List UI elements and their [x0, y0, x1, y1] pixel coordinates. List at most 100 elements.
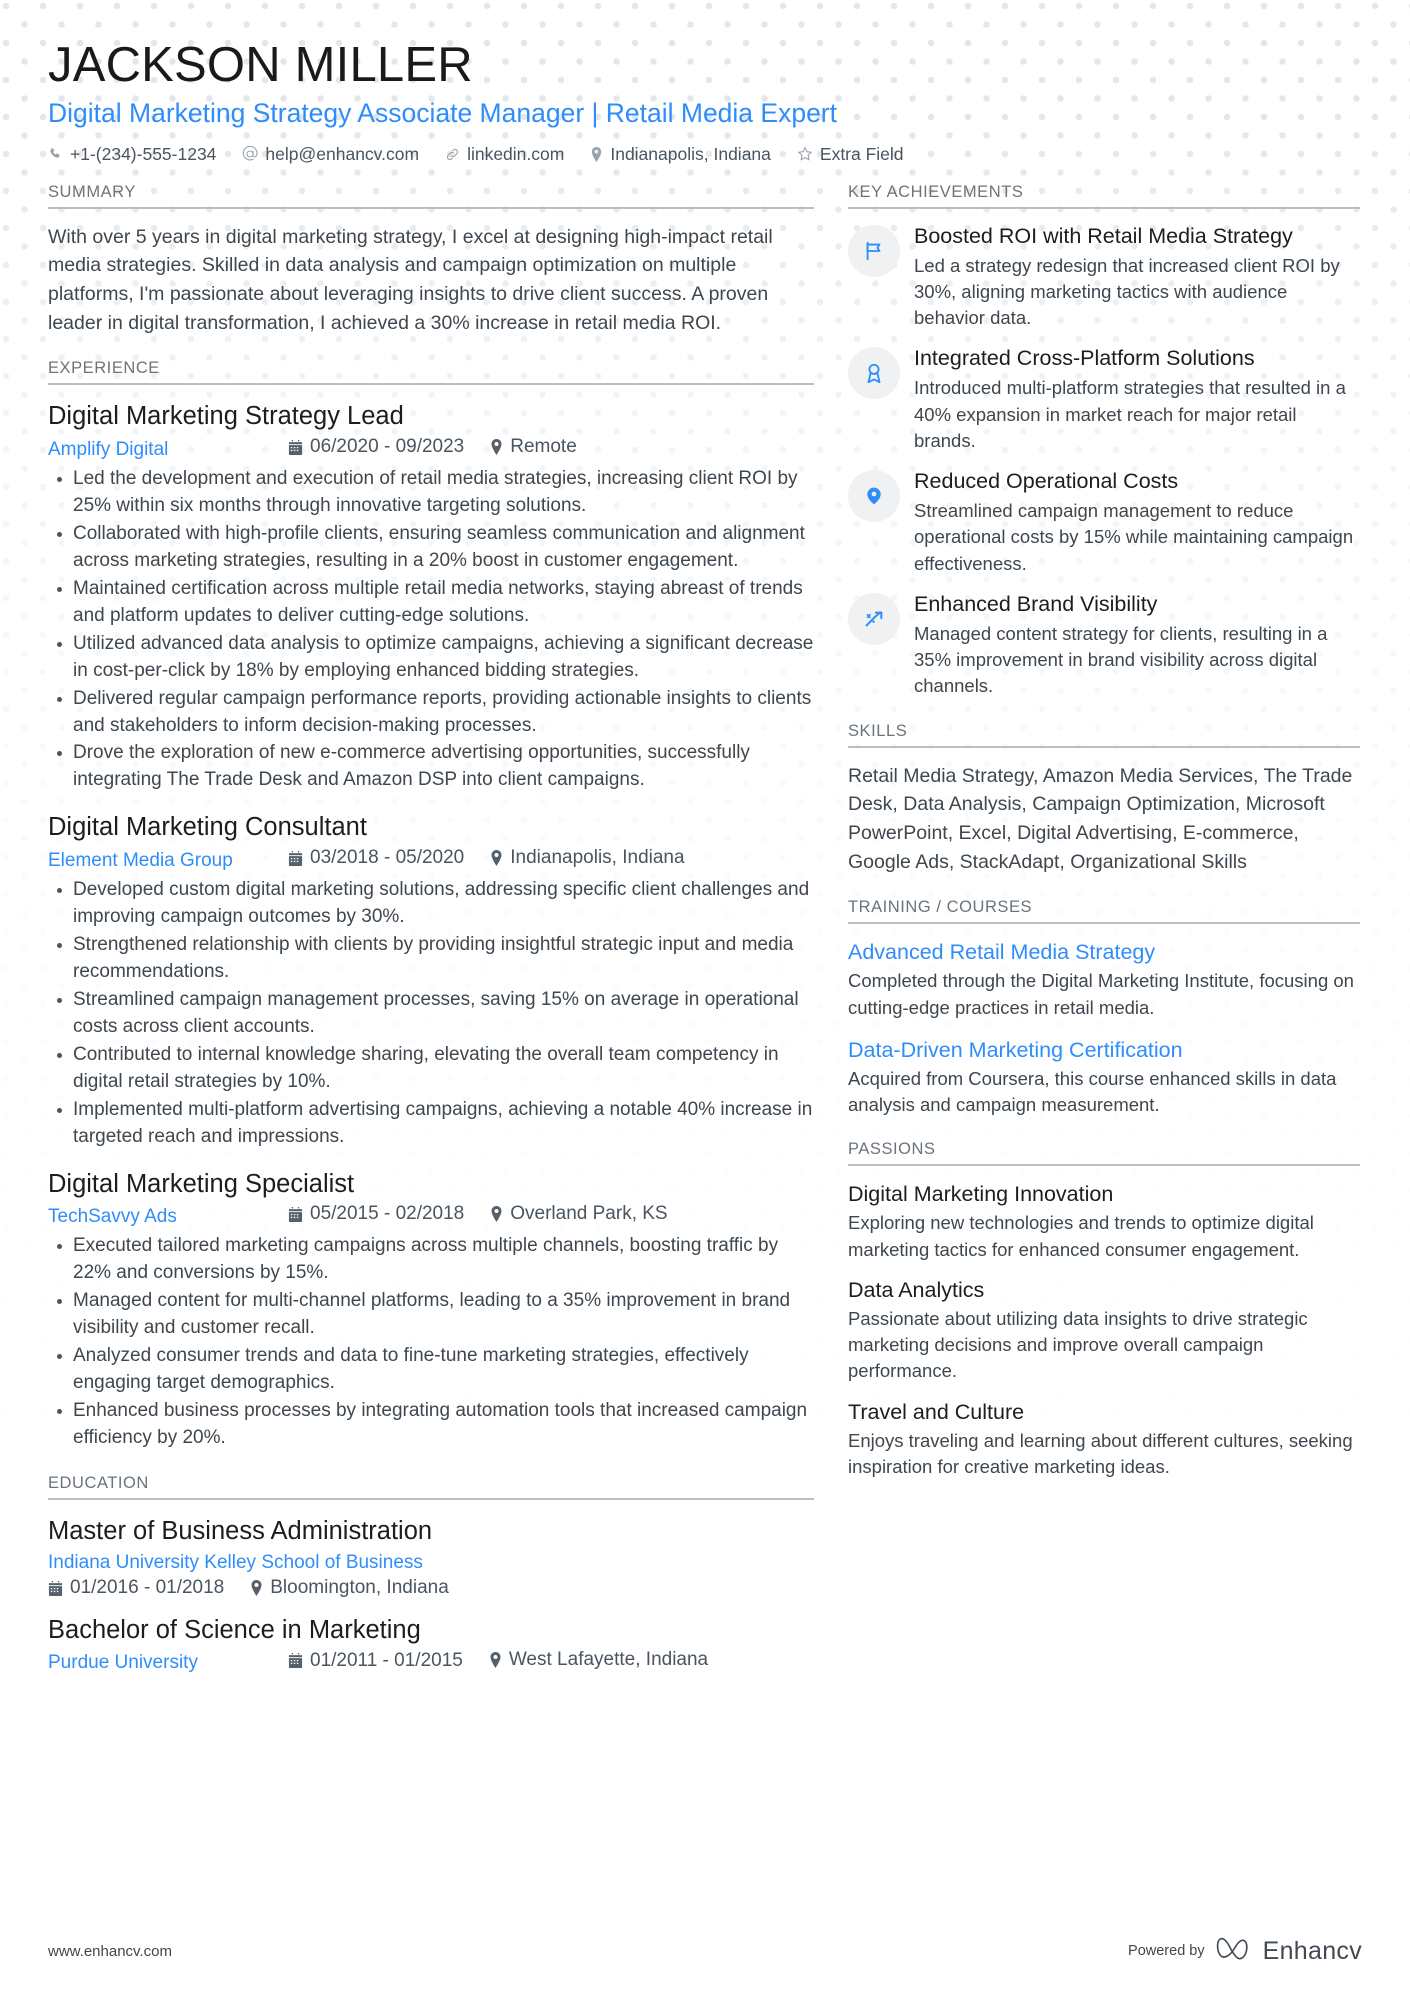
- achievement-item: Boosted ROI with Retail Media Strategy L…: [848, 223, 1360, 332]
- flag-icon: [848, 224, 900, 277]
- bullet: Enhanced business processes by integrati…: [48, 1398, 814, 1452]
- job-location: Indianapolis, Indiana: [490, 846, 685, 869]
- contact-email[interactable]: help@enhancv.com: [242, 144, 419, 165]
- bullet: Maintained certification across multiple…: [48, 576, 814, 630]
- page-footer: www.enhancv.com Powered by Enhancv: [0, 1907, 1410, 1995]
- calendar-icon: [288, 439, 303, 455]
- resume-header: JACKSON MILLER Digital Marketing Strateg…: [48, 38, 1362, 165]
- education-dates-text: 01/2016 - 01/2018: [70, 1577, 225, 1599]
- job-company[interactable]: TechSavvy Ads: [48, 1206, 288, 1228]
- bullet: Managed content for multi-channel platfo…: [48, 1288, 814, 1342]
- right-column: KEY ACHIEVEMENTS Boosted ROI with Retail…: [848, 183, 1360, 1503]
- bullet: Delivered regular campaign performance r…: [48, 686, 814, 740]
- enhancv-logo: Enhancv: [1216, 1936, 1362, 1967]
- contact-email-text: help@enhancv.com: [265, 143, 420, 164]
- contact-phone-text: +1-(234)-555-1234: [70, 143, 217, 164]
- experience-entry: Digital Marketing Specialist TechSavvy A…: [48, 1167, 814, 1452]
- achievement-title: Enhanced Brand Visibility: [914, 591, 1158, 616]
- section-education: EDUCATION Master of Business Administrat…: [48, 1474, 814, 1677]
- job-location-text: Overland Park, KS: [510, 1202, 668, 1224]
- job-dates-text: 05/2015 - 02/2018: [310, 1203, 465, 1225]
- experience-entry: Digital Marketing Strategy Lead Amplify …: [48, 399, 814, 794]
- enhancv-mark-icon: [1216, 1936, 1254, 1967]
- job-meta: Element Media Group 03/2018 - 05/2020 In…: [48, 847, 814, 872]
- location-pin-icon: [490, 438, 503, 455]
- section-title-key-achievements: KEY ACHIEVEMENTS: [848, 183, 1360, 209]
- award-medal-icon: [848, 347, 900, 400]
- education-location: West Lafayette, Indiana: [489, 1649, 708, 1671]
- job-dates: 06/2020 - 09/2023: [288, 436, 464, 458]
- calendar-icon: [48, 1580, 63, 1596]
- footer-branding: Powered by Enhancv: [1128, 1936, 1362, 1967]
- section-title-summary: SUMMARY: [48, 183, 814, 209]
- section-skills: SKILLS Retail Media Strategy, Amazon Med…: [848, 722, 1360, 877]
- education-location-text: Bloomington, Indiana: [270, 1576, 449, 1598]
- section-title-passions: PASSIONS: [848, 1140, 1360, 1167]
- contact-location-text: Indianapolis, Indiana: [610, 143, 771, 164]
- passion-item: Travel and Culture Enjoys traveling and …: [848, 1398, 1360, 1481]
- experience-entry: Digital Marketing Consultant Element Med…: [48, 810, 814, 1150]
- job-location-text: Remote: [510, 435, 577, 457]
- footer-url[interactable]: www.enhancv.com: [48, 1943, 172, 1960]
- course-item: Advanced Retail Media Strategy Completed…: [848, 938, 1360, 1021]
- passion-desc: Exploring new technologies and trends to…: [848, 1212, 1314, 1260]
- passion-item: Digital Marketing Innovation Exploring n…: [848, 1180, 1360, 1263]
- left-column: SUMMARY With over 5 years in digital mar…: [48, 183, 848, 1699]
- job-meta: TechSavvy Ads 05/2015 - 02/2018 Overland…: [48, 1203, 814, 1228]
- job-dates-text: 03/2018 - 05/2020: [310, 847, 465, 869]
- achievement-desc: Managed content strategy for clients, re…: [914, 622, 1328, 697]
- job-bullets: Developed custom digital marketing solut…: [48, 877, 814, 1151]
- contact-extra-text: Extra Field: [819, 143, 904, 164]
- job-title: Digital Marketing Strategy Lead: [48, 402, 404, 431]
- education-entry: Master of Business Administration Indian…: [48, 1514, 814, 1600]
- resume-page: JACKSON MILLER Digital Marketing Strateg…: [0, 0, 1410, 1995]
- contact-phone[interactable]: +1-(234)-555-1234: [48, 144, 216, 165]
- job-title: Digital Marketing Specialist: [48, 1169, 355, 1198]
- job-location-text: Indianapolis, Indiana: [510, 846, 685, 868]
- job-company[interactable]: Element Media Group: [48, 850, 288, 872]
- bullet: Contributed to internal knowledge sharin…: [48, 1042, 814, 1096]
- education-meta: 01/2016 - 01/2018 Bloomington, Indiana: [48, 1577, 814, 1600]
- calendar-icon: [288, 1206, 303, 1222]
- education-dates-text: 01/2011 - 01/2015: [310, 1649, 463, 1671]
- enhancv-wordmark: Enhancv: [1262, 1936, 1362, 1965]
- course-item: Data-Driven Marketing Certification Acqu…: [848, 1036, 1360, 1119]
- job-location: Overland Park, KS: [490, 1202, 668, 1225]
- at-email-icon: [242, 146, 258, 162]
- trending-arrow-icon: [848, 592, 900, 645]
- section-title-experience: EXPERIENCE: [48, 359, 814, 386]
- section-title-skills: SKILLS: [848, 722, 1360, 748]
- achievement-item: Integrated Cross-Platform Solutions Intr…: [848, 345, 1360, 454]
- headline: Digital Marketing Strategy Associate Man…: [48, 97, 837, 128]
- job-dates-text: 06/2020 - 09/2023: [310, 436, 465, 458]
- course-desc: Completed through the Digital Marketing …: [848, 970, 1354, 1018]
- course-name[interactable]: Advanced Retail Media Strategy: [848, 938, 1360, 967]
- page-title: JACKSON MILLER: [48, 38, 473, 92]
- location-pin-icon: [490, 1205, 503, 1222]
- bullet: Analyzed consumer trends and data to fin…: [48, 1343, 814, 1397]
- education-location: Bloomington, Indiana: [250, 1577, 449, 1599]
- achievement-title: Boosted ROI with Retail Media Strategy: [914, 223, 1293, 248]
- contact-location: Indianapolis, Indiana: [590, 144, 771, 165]
- bullet: Strengthened relationship with clients b…: [48, 932, 814, 986]
- achievement-desc: Streamlined campaign management to reduc…: [914, 500, 1354, 574]
- school-name[interactable]: Purdue University: [48, 1649, 288, 1677]
- job-title: Digital Marketing Consultant: [48, 813, 367, 842]
- contact-link[interactable]: linkedin.com: [445, 144, 564, 165]
- course-name[interactable]: Data-Driven Marketing Certification: [848, 1036, 1360, 1065]
- achievement-desc: Led a strategy redesign that increased c…: [914, 254, 1340, 329]
- course-desc: Acquired from Coursera, this course enha…: [848, 1067, 1337, 1116]
- school-name[interactable]: Indiana University Kelley School of Busi…: [48, 1549, 814, 1577]
- bullet: Executed tailored marketing campaigns ac…: [48, 1233, 814, 1287]
- calendar-icon: [288, 850, 303, 866]
- section-key-achievements: KEY ACHIEVEMENTS Boosted ROI with Retail…: [848, 183, 1360, 700]
- location-pin-icon: [490, 849, 503, 866]
- achievement-title: Reduced Operational Costs: [914, 469, 1179, 494]
- job-bullets: Executed tailored marketing campaigns ac…: [48, 1233, 814, 1452]
- achievement-title: Integrated Cross-Platform Solutions: [914, 346, 1255, 371]
- job-company[interactable]: Amplify Digital: [48, 439, 288, 461]
- bullet: Streamlined campaign management processe…: [48, 987, 814, 1041]
- section-title-education: EDUCATION: [48, 1474, 814, 1500]
- education-meta: Purdue University 01/2011 - 01/2015 West…: [48, 1649, 814, 1677]
- achievement-item: Enhanced Brand Visibility Managed conten…: [848, 591, 1360, 700]
